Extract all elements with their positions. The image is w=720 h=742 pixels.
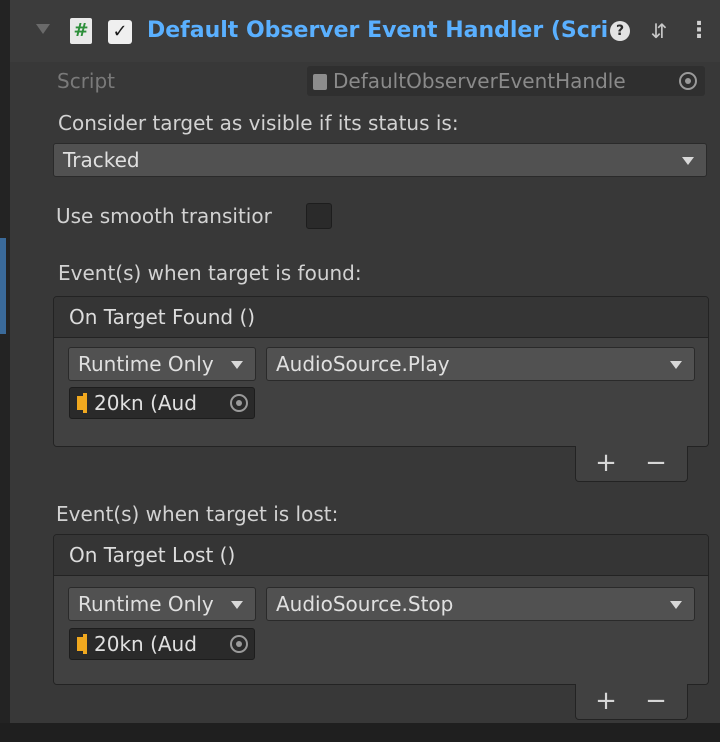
found-add-remove-buttons: + − xyxy=(575,446,688,482)
kebab-menu-icon[interactable]: ⋮ xyxy=(688,18,710,44)
on-target-lost-event: On Target Lost () Runtime Only AudioSour… xyxy=(53,534,709,685)
audio-source-icon-wave xyxy=(83,634,87,654)
csharp-script-icon: # xyxy=(70,18,92,44)
runtime-mode-value: Runtime Only xyxy=(78,352,214,376)
event-header: On Target Found () xyxy=(54,297,708,338)
component-enabled-checkbox[interactable]: ✓ xyxy=(108,20,132,44)
lost-events-label: Event(s) when target is lost: xyxy=(56,502,339,526)
script-file-icon xyxy=(313,74,327,90)
script-value: DefaultObserverEventHandle xyxy=(333,69,626,93)
smooth-transition-checkbox[interactable] xyxy=(306,203,332,229)
target-object-value: 20kn (Aud xyxy=(94,391,197,415)
function-dropdown[interactable]: AudioSource.Play xyxy=(266,347,695,381)
object-picker-icon[interactable] xyxy=(230,394,248,412)
function-value: AudioSource.Play xyxy=(276,352,450,376)
add-listener-button[interactable]: + xyxy=(586,446,626,480)
dropdown-arrow-icon xyxy=(231,601,243,609)
inspector-panel: # ✓ Default Observer Event Handler (Scri… xyxy=(0,0,720,742)
found-events-label: Event(s) when target is found: xyxy=(58,261,362,285)
presets-icon[interactable]: ⇵ xyxy=(646,18,672,44)
event-header-label: On Target Found () xyxy=(69,305,256,329)
help-icon[interactable]: ? xyxy=(610,21,630,41)
event-header-label: On Target Lost () xyxy=(69,543,236,567)
function-value: AudioSource.Stop xyxy=(276,592,454,616)
dropdown-arrow-icon xyxy=(682,157,694,165)
event-header: On Target Lost () xyxy=(54,535,708,576)
target-object-field[interactable]: 20kn (Aud xyxy=(69,387,255,419)
component-title: Default Observer Event Handler (Scrip xyxy=(147,18,607,43)
visibility-label: Consider target as visible if its status… xyxy=(58,111,459,135)
object-picker-icon xyxy=(679,72,697,90)
panel-left-edge xyxy=(0,0,10,742)
remove-listener-button[interactable]: − xyxy=(636,446,676,480)
component-header[interactable]: # ✓ Default Observer Event Handler (Scri… xyxy=(10,0,720,62)
panel-bottom-edge xyxy=(0,723,720,742)
help-glyph: ? xyxy=(615,23,625,39)
event-body: Runtime Only AudioSource.Play 20kn (Aud xyxy=(54,338,708,446)
smooth-transition-label: Use smooth transitior xyxy=(56,204,272,228)
on-target-found-event: On Target Found () Runtime Only AudioSou… xyxy=(53,296,709,447)
dropdown-arrow-icon xyxy=(670,601,682,609)
lost-add-remove-buttons: + − xyxy=(575,684,688,720)
target-object-value: 20kn (Aud xyxy=(94,632,197,656)
object-picker-icon[interactable] xyxy=(230,635,248,653)
runtime-mode-value: Runtime Only xyxy=(78,592,214,616)
runtime-mode-dropdown[interactable]: Runtime Only xyxy=(68,347,256,381)
visibility-status-dropdown[interactable]: Tracked xyxy=(53,143,707,177)
runtime-mode-dropdown[interactable]: Runtime Only xyxy=(68,587,256,621)
visibility-status-value: Tracked xyxy=(63,148,140,172)
remove-listener-button[interactable]: − xyxy=(636,684,676,718)
function-dropdown[interactable]: AudioSource.Stop xyxy=(266,587,695,621)
foldout-arrow-icon[interactable] xyxy=(36,24,50,34)
audio-source-icon-wave xyxy=(83,393,87,413)
script-icon-glyph: # xyxy=(73,20,89,41)
dropdown-arrow-icon xyxy=(231,361,243,369)
checkmark-icon: ✓ xyxy=(112,21,128,42)
event-body: Runtime Only AudioSource.Stop 20kn (Aud xyxy=(54,576,708,684)
selection-indicator xyxy=(0,238,6,334)
script-object-field: DefaultObserverEventHandle xyxy=(307,66,705,96)
add-listener-button[interactable]: + xyxy=(586,684,626,718)
script-label: Script xyxy=(57,69,116,93)
target-object-field[interactable]: 20kn (Aud xyxy=(69,628,255,660)
dropdown-arrow-icon xyxy=(670,361,682,369)
